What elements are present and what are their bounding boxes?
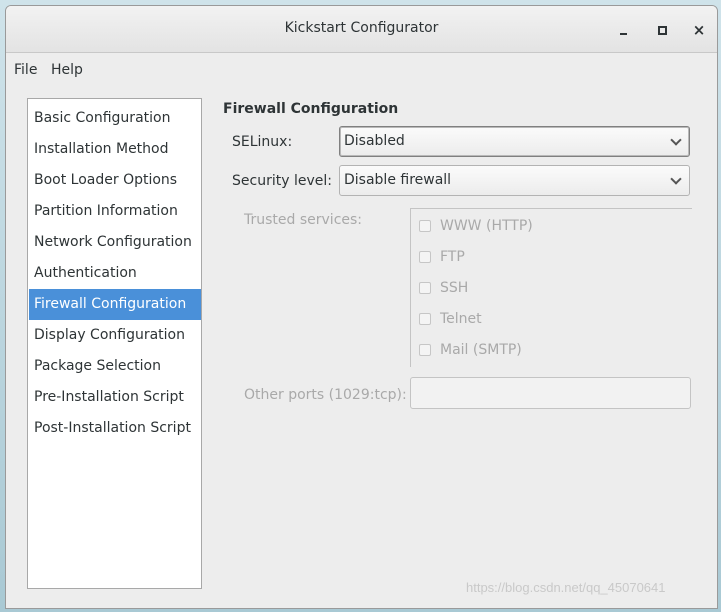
security-level-value: Disable firewall <box>344 172 452 188</box>
sidebar-item-boot-loader-options[interactable]: Boot Loader Options <box>29 165 201 196</box>
category-list: Basic Configuration Installation Method … <box>27 98 202 589</box>
kickstart-window: Kickstart Configurator × File Help Basic… <box>5 5 718 609</box>
minimize-button[interactable] <box>612 19 634 41</box>
ssh-checkbox[interactable] <box>419 282 431 294</box>
sidebar-item-firewall-configuration[interactable]: Firewall Configuration <box>29 289 201 320</box>
sidebar-item-pre-installation-script[interactable]: Pre-Installation Script <box>29 382 201 413</box>
ssh-label: SSH <box>440 280 469 296</box>
service-mail-smtp[interactable]: Mail (SMTP) <box>419 340 522 360</box>
www-http-label: WWW (HTTP) <box>440 218 533 234</box>
trusted-services-group: WWW (HTTP) FTP SSH Telnet Mail (SMTP) <box>410 208 692 367</box>
sidebar-item-display-configuration[interactable]: Display Configuration <box>29 320 201 351</box>
sidebar-item-partition-information[interactable]: Partition Information <box>29 196 201 227</box>
section-title: Firewall Configuration <box>223 101 399 117</box>
mail-smtp-label: Mail (SMTP) <box>440 342 522 358</box>
service-ftp[interactable]: FTP <box>419 247 465 267</box>
telnet-checkbox[interactable] <box>419 313 431 325</box>
minimize-icon <box>619 33 627 35</box>
service-ssh[interactable]: SSH <box>419 278 468 298</box>
other-ports-input[interactable] <box>410 377 691 409</box>
menu-file[interactable]: File <box>14 62 37 78</box>
menu-help[interactable]: Help <box>51 62 83 78</box>
other-ports-label: Other ports (1029:tcp): <box>244 387 407 403</box>
mail-smtp-checkbox[interactable] <box>419 344 431 356</box>
sidebar-item-authentication[interactable]: Authentication <box>29 258 201 289</box>
service-telnet[interactable]: Telnet <box>419 309 482 329</box>
sidebar-item-installation-method[interactable]: Installation Method <box>29 134 201 165</box>
selinux-select[interactable]: Disabled <box>339 126 690 157</box>
window-title: Kickstart Configurator <box>284 20 439 36</box>
security-level-label: Security level: <box>232 173 332 189</box>
sidebar-item-post-installation-script[interactable]: Post-Installation Script <box>29 413 201 444</box>
ftp-label: FTP <box>440 249 465 265</box>
chevron-down-icon <box>670 134 682 146</box>
sidebar-item-network-configuration[interactable]: Network Configuration <box>29 227 201 258</box>
sidebar-item-basic-configuration[interactable]: Basic Configuration <box>29 103 201 134</box>
ftp-checkbox[interactable] <box>419 251 431 263</box>
close-button[interactable]: × <box>688 19 710 41</box>
maximize-button[interactable] <box>651 19 673 41</box>
chevron-down-icon <box>670 173 682 185</box>
telnet-label: Telnet <box>440 311 482 327</box>
watermark-text: https://blog.csdn.net/qq_45070641 <box>466 580 666 595</box>
selinux-label: SELinux: <box>232 134 293 150</box>
sidebar-item-package-selection[interactable]: Package Selection <box>29 351 201 382</box>
www-http-checkbox[interactable] <box>419 220 431 232</box>
security-level-select[interactable]: Disable firewall <box>339 165 690 196</box>
service-www-http[interactable]: WWW (HTTP) <box>419 216 533 236</box>
selinux-value: Disabled <box>344 133 405 149</box>
menu-bar: File Help <box>6 53 717 83</box>
close-icon: × <box>692 20 706 39</box>
maximize-icon <box>657 25 667 35</box>
trusted-services-label: Trusted services: <box>244 212 363 228</box>
title-bar[interactable]: Kickstart Configurator × <box>6 6 717 53</box>
